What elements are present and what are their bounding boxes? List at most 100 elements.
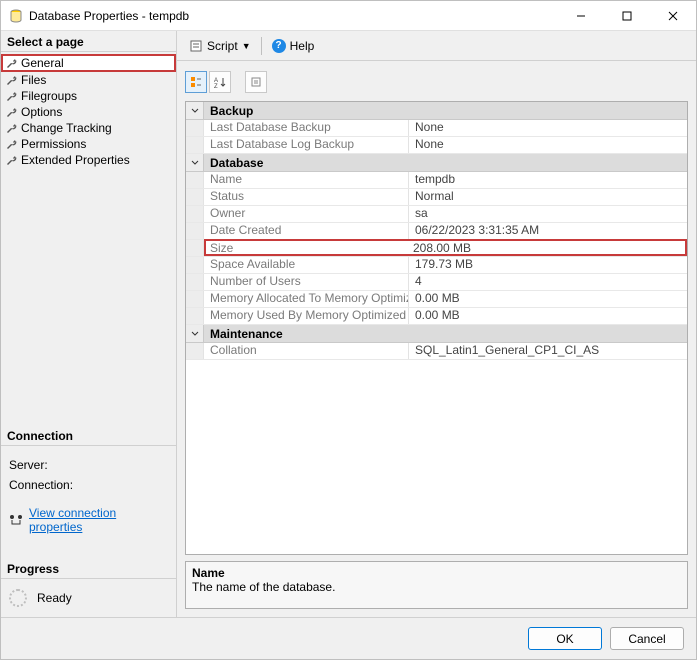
property-label: Last Database Backup <box>204 120 409 136</box>
category-row[interactable]: Backup <box>186 102 687 120</box>
property-value: 208.00 MB <box>409 239 687 256</box>
progress-header: Progress <box>1 558 176 579</box>
connection-label: Connection: <box>9 478 168 492</box>
script-dropdown-icon: ▼ <box>242 41 251 51</box>
property-row[interactable]: Nametempdb <box>186 172 687 189</box>
description-name: Name <box>192 566 681 580</box>
wrench-icon <box>5 138 17 150</box>
category-row[interactable]: Maintenance <box>186 325 687 343</box>
page-item-extended-properties[interactable]: Extended Properties <box>1 152 176 168</box>
property-row[interactable]: Last Database Log BackupNone <box>186 137 687 154</box>
connection-icon <box>9 514 23 526</box>
server-label: Server: <box>9 458 168 472</box>
category-name: Database <box>204 155 687 171</box>
property-row[interactable]: StatusNormal <box>186 189 687 206</box>
description-panel: Name The name of the database. <box>185 561 688 609</box>
help-button[interactable]: ? Help <box>268 37 319 55</box>
property-label: Memory Used By Memory Optimized Objects <box>204 308 409 324</box>
page-item-label: Options <box>21 105 62 119</box>
progress-spinner-icon <box>9 589 27 607</box>
property-row[interactable]: CollationSQL_Latin1_General_CP1_CI_AS <box>186 343 687 360</box>
property-pages-button[interactable] <box>245 71 267 93</box>
property-label: Collation <box>204 343 409 359</box>
description-text: The name of the database. <box>192 580 681 594</box>
wrench-icon <box>5 154 17 166</box>
property-value: 4 <box>409 274 687 290</box>
property-grid[interactable]: BackupLast Database BackupNoneLast Datab… <box>185 101 688 555</box>
dialog-window: Database Properties - tempdb Select a pa… <box>0 0 697 660</box>
category-name: Backup <box>204 103 687 119</box>
wrench-icon <box>5 90 17 102</box>
page-item-files[interactable]: Files <box>1 72 176 88</box>
page-item-label: Extended Properties <box>21 153 130 167</box>
chevron-down-icon[interactable] <box>186 102 204 119</box>
database-icon <box>9 9 23 23</box>
page-list: General FilesFilegroupsOptions Change Trac… <box>1 52 176 174</box>
help-icon: ? <box>272 39 286 53</box>
chevron-down-icon[interactable] <box>186 325 204 342</box>
property-label: Name <box>204 172 409 188</box>
maximize-button[interactable] <box>604 1 650 31</box>
page-item-label: Permissions <box>21 137 86 151</box>
script-button[interactable]: Script ▼ <box>185 37 255 55</box>
page-item-options[interactable]: Options <box>1 104 176 120</box>
property-value: 0.00 MB <box>409 291 687 307</box>
cancel-button[interactable]: Cancel <box>610 627 684 650</box>
grid-toolbar: AZ <box>185 69 688 101</box>
wrench-icon <box>5 57 17 69</box>
titlebar: Database Properties - tempdb <box>1 1 696 31</box>
wrench-icon <box>5 106 17 118</box>
property-row[interactable]: Ownersa <box>186 206 687 223</box>
page-item-permissions[interactable]: Permissions <box>1 136 176 152</box>
connection-header: Connection <box>1 425 176 446</box>
property-row[interactable]: Space Available179.73 MB <box>186 257 687 274</box>
property-value: 0.00 MB <box>409 308 687 324</box>
svg-text:Z: Z <box>214 84 218 88</box>
help-label: Help <box>290 39 315 53</box>
categorized-button[interactable] <box>185 71 207 93</box>
category-name: Maintenance <box>204 326 687 342</box>
property-value: tempdb <box>409 172 687 188</box>
property-value: SQL_Latin1_General_CP1_CI_AS <box>409 343 687 359</box>
window-title: Database Properties - tempdb <box>29 9 558 23</box>
page-item-label: General <box>21 56 64 70</box>
wrench-icon <box>5 122 17 134</box>
right-panel: Script ▼ ? Help AZ <box>177 31 696 617</box>
script-icon <box>189 39 203 53</box>
view-connection-link[interactable]: View connection properties <box>29 506 168 534</box>
property-value: None <box>409 120 687 136</box>
property-label: Status <box>204 189 409 205</box>
property-label: Last Database Log Backup <box>204 137 409 153</box>
property-value: 179.73 MB <box>409 257 687 273</box>
script-label: Script <box>207 39 238 53</box>
page-item-general[interactable]: General <box>1 54 176 72</box>
category-row[interactable]: Database <box>186 154 687 172</box>
property-row[interactable]: Size208.00 MB <box>186 240 687 257</box>
property-value: None <box>409 137 687 153</box>
page-item-label: Files <box>21 73 46 87</box>
property-row[interactable]: Memory Allocated To Memory Optimized Obj… <box>186 291 687 308</box>
minimize-button[interactable] <box>558 1 604 31</box>
property-label: Number of Users <box>204 274 409 290</box>
property-label: Size <box>204 239 409 256</box>
property-label: Memory Allocated To Memory Optimized Obj… <box>204 291 409 307</box>
property-row[interactable]: Memory Used By Memory Optimized Objects0… <box>186 308 687 325</box>
close-button[interactable] <box>650 1 696 31</box>
dialog-button-row: OK Cancel <box>1 617 696 659</box>
wrench-icon <box>5 74 17 86</box>
property-value: Normal <box>409 189 687 205</box>
toolbar: Script ▼ ? Help <box>177 31 696 61</box>
ok-button[interactable]: OK <box>528 627 602 650</box>
chevron-down-icon[interactable] <box>186 154 204 171</box>
property-row[interactable]: Number of Users4 <box>186 274 687 291</box>
property-row[interactable]: Last Database BackupNone <box>186 120 687 137</box>
property-label: Space Available <box>204 257 409 273</box>
page-item-change-tracking[interactable]: Change Tracking <box>1 120 176 136</box>
page-item-filegroups[interactable]: Filegroups <box>1 88 176 104</box>
property-row[interactable]: Date Created06/22/2023 3:31:35 AM <box>186 223 687 240</box>
left-panel: Select a page GeneralFilesFilegroupsOpti… <box>1 31 177 617</box>
page-item-label: Change Tracking <box>21 121 112 135</box>
property-label: Date Created <box>204 223 409 239</box>
alphabetical-button[interactable]: AZ <box>209 71 231 93</box>
property-value: sa <box>409 206 687 222</box>
